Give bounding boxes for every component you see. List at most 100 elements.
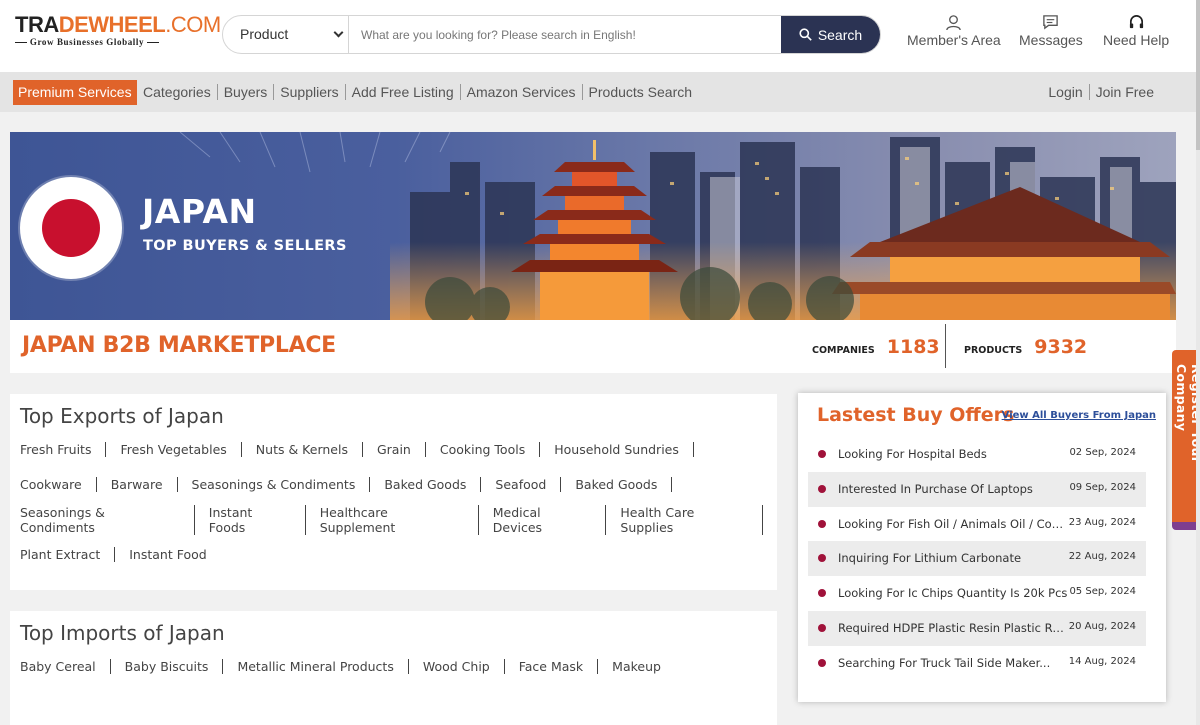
buy-offer-date: 23 Aug, 2024 bbox=[1068, 516, 1136, 528]
nav-item-categories[interactable]: Categories bbox=[143, 84, 218, 100]
exports-row-3: Seasonings & Condiments Instant Foods He… bbox=[20, 502, 777, 537]
buy-offer-item[interactable]: Searching For Truck Tail Side Maker... 1… bbox=[808, 646, 1146, 681]
messages-label: Messages bbox=[1019, 32, 1083, 48]
bullet-icon bbox=[818, 519, 826, 528]
search-category-value: Product bbox=[240, 26, 289, 42]
search-input[interactable] bbox=[350, 16, 782, 53]
export-tag[interactable]: Fresh Vegetables bbox=[120, 442, 242, 457]
marketplace-title: JAPAN B2B MARKETPLACE bbox=[22, 333, 336, 358]
logo-part-tra: TRA bbox=[15, 12, 59, 37]
exports-tag-list: Fresh Fruits Fresh Vegetables Nuts & Ker… bbox=[20, 432, 777, 572]
need-help-link[interactable]: Need Help bbox=[1103, 14, 1169, 48]
export-tag[interactable]: Seasonings & Condiments bbox=[192, 477, 371, 492]
bullet-icon bbox=[818, 554, 826, 563]
export-tag[interactable]: Instant Foods bbox=[209, 504, 306, 535]
register-company-tab[interactable]: Register Your Company bbox=[1172, 350, 1200, 530]
buy-offer-item[interactable]: Required HDPE Plastic Resin Plastic Raw.… bbox=[808, 610, 1146, 646]
import-tag[interactable]: Baby Cereal bbox=[20, 659, 111, 674]
export-tag[interactable]: Seasonings & Condiments bbox=[20, 504, 195, 535]
export-tag[interactable]: Medical Devices bbox=[493, 504, 607, 535]
banner-subtitle: TOP BUYERS & SELLERS bbox=[143, 238, 347, 254]
buy-offer-item[interactable]: Looking For Fish Oil / Animals Oil / Cod… bbox=[808, 507, 1146, 542]
marketplace-bar: JAPAN B2B MARKETPLACE COMPANIES 1183 PRO… bbox=[10, 320, 1176, 373]
need-help-label: Need Help bbox=[1103, 32, 1170, 48]
export-tag[interactable]: Instant Food bbox=[129, 547, 220, 562]
import-tag[interactable]: Metallic Mineral Products bbox=[237, 659, 409, 674]
buy-offer-text: Required HDPE Plastic Resin Plastic Raw.… bbox=[838, 620, 1068, 635]
buy-offer-date: 09 Sep, 2024 bbox=[1069, 481, 1136, 493]
imports-row-1: Baby Cereal Baby Biscuits Metallic Miner… bbox=[20, 649, 689, 684]
buy-offer-text: Looking For Ic Chips Quantity Is 20k Pcs bbox=[838, 586, 1068, 601]
view-all-buyers-link[interactable]: View All Buyers From Japan bbox=[1002, 410, 1156, 421]
products-value: 9332 bbox=[1034, 336, 1088, 358]
nav-premium-services[interactable]: Premium Services bbox=[13, 80, 137, 105]
top-imports-panel: Top Imports of Japan Baby Cereal Baby Bi… bbox=[10, 611, 777, 725]
export-tag[interactable]: Health Care Supplies bbox=[620, 504, 763, 535]
buy-offer-item[interactable]: Inquiring For Lithium Carbonate 22 Aug, … bbox=[808, 541, 1146, 577]
products-stat: PRODUCTS 9332 bbox=[964, 336, 1087, 358]
export-tag[interactable]: Healthcare Supplement bbox=[320, 504, 479, 535]
export-tag[interactable]: Plant Extract bbox=[20, 547, 116, 562]
join-free-link[interactable]: Join Free bbox=[1090, 84, 1160, 100]
bullet-icon bbox=[818, 450, 826, 458]
export-tag[interactable]: Grain bbox=[377, 442, 426, 457]
import-tag[interactable]: Wood Chip bbox=[423, 659, 505, 674]
export-tag[interactable]: Cookware bbox=[20, 477, 97, 492]
page-scrollbar[interactable] bbox=[1196, 0, 1200, 725]
import-tag[interactable]: Face Mask bbox=[519, 659, 599, 674]
exports-row-4: Plant Extract Instant Food bbox=[20, 537, 777, 572]
top-exports-title: Top Exports of Japan bbox=[20, 404, 224, 428]
flag-red-circle bbox=[42, 199, 100, 257]
export-tag[interactable]: Baked Goods bbox=[575, 477, 673, 492]
search-bar: Product Search bbox=[222, 15, 881, 54]
export-tag[interactable]: Nuts & Kernels bbox=[256, 442, 363, 457]
tradewheel-logo[interactable]: TRADEWHEEL.COM Grow Businesses Globally bbox=[15, 12, 221, 48]
export-tag[interactable]: Barware bbox=[111, 477, 178, 492]
members-area-label: Member's Area bbox=[907, 32, 1001, 48]
export-tag[interactable]: Cooking Tools bbox=[440, 442, 541, 457]
logo-wordmark: TRADEWHEEL.COM bbox=[15, 12, 221, 37]
site-header: TRADEWHEEL.COM Grow Businesses Globally … bbox=[0, 0, 1200, 72]
nav-item-add-free-listing[interactable]: Add Free Listing bbox=[346, 84, 461, 100]
nav-item-products-search[interactable]: Products Search bbox=[583, 84, 699, 100]
search-button-label: Search bbox=[817, 26, 863, 43]
logo-part-dewheel: DEWHEEL bbox=[58, 12, 166, 37]
top-imports-title: Top Imports of Japan bbox=[20, 621, 225, 645]
message-icon bbox=[1043, 15, 1059, 30]
messages-link[interactable]: Messages bbox=[1019, 14, 1083, 48]
import-tag[interactable]: Baby Biscuits bbox=[125, 659, 224, 674]
imports-tag-list: Baby Cereal Baby Biscuits Metallic Miner… bbox=[20, 649, 689, 684]
nav-item-suppliers[interactable]: Suppliers bbox=[274, 84, 346, 100]
companies-stat: COMPANIES 1183 bbox=[812, 336, 940, 358]
buy-offer-item[interactable]: Looking For Hospital Beds 02 Sep, 2024 bbox=[808, 437, 1146, 472]
products-label: PRODUCTS bbox=[964, 345, 1023, 356]
search-category-select[interactable]: Product bbox=[223, 16, 349, 53]
companies-value: 1183 bbox=[886, 336, 940, 358]
login-link[interactable]: Login bbox=[1042, 84, 1090, 100]
scrollbar-thumb[interactable] bbox=[1196, 0, 1200, 150]
members-area-link[interactable]: Member's Area bbox=[907, 14, 1001, 48]
stat-divider bbox=[945, 324, 946, 368]
import-tag[interactable]: Makeup bbox=[612, 659, 675, 674]
logo-tagline: Grow Businesses Globally bbox=[15, 37, 200, 47]
buy-offer-item[interactable]: Interested In Purchase Of Laptops 09 Sep… bbox=[808, 471, 1146, 507]
nav-item-buyers[interactable]: Buyers bbox=[218, 84, 275, 100]
bullet-icon bbox=[818, 623, 826, 632]
export-tag[interactable]: Fresh Fruits bbox=[20, 442, 107, 457]
logo-tagline-text: Grow Businesses Globally bbox=[29, 37, 145, 47]
buy-offer-text: Looking For Fish Oil / Animals Oil / Cod… bbox=[838, 516, 1068, 531]
buy-offer-text: Interested In Purchase Of Laptops bbox=[838, 481, 1033, 496]
buy-offer-item[interactable]: Looking For Ic Chips Quantity Is 20k Pcs… bbox=[808, 576, 1146, 611]
exports-row-2: Cookware Barware Seasonings & Condiments… bbox=[20, 467, 777, 502]
latest-buy-offers-panel: Lastest Buy Offers View All Buyers From … bbox=[798, 393, 1166, 702]
export-tag[interactable]: Baked Goods bbox=[384, 477, 482, 492]
export-tag[interactable]: Seafood bbox=[495, 477, 562, 492]
buy-offer-date: 22 Aug, 2024 bbox=[1068, 551, 1136, 563]
search-button[interactable]: Search bbox=[781, 16, 880, 53]
buy-offer-date: 20 Aug, 2024 bbox=[1068, 620, 1136, 632]
export-tag[interactable]: Household Sundries bbox=[554, 442, 694, 457]
banner-title: JAPAN bbox=[142, 192, 257, 231]
buy-offer-text: Looking For Hospital Beds bbox=[838, 447, 987, 461]
main-nav: Premium Services Categories Buyers Suppl… bbox=[0, 72, 1196, 112]
nav-item-amazon-services[interactable]: Amazon Services bbox=[461, 84, 583, 100]
